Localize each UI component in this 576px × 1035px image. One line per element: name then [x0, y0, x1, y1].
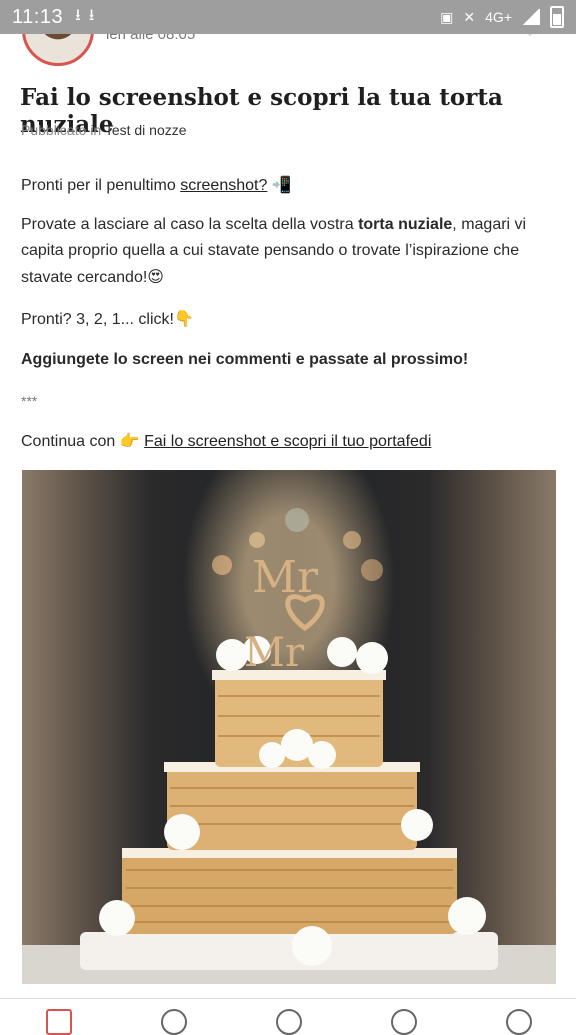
nav-messages[interactable] — [385, 999, 421, 1035]
mute-icon: ✕ — [463, 8, 476, 25]
cake-photo[interactable]: Mr Mr — [22, 470, 556, 984]
p3-text: Pronti? 3, 2, 1... click! — [21, 311, 174, 328]
battery-icon — [550, 6, 564, 28]
nav-community[interactable] — [270, 999, 306, 1035]
p1-text: Pronti per il penultimo — [21, 177, 181, 194]
continue-text: Continua con — [21, 433, 120, 450]
published-prefix: Pubblicato in — [21, 122, 102, 138]
messages-icon — [391, 1009, 418, 1035]
bottom-navigation — [0, 998, 576, 1035]
topper-text-2: Mr — [244, 630, 305, 676]
nav-search[interactable] — [155, 999, 191, 1035]
signal-icon — [522, 9, 540, 25]
download-icon: ⭳ — [88, 6, 95, 24]
paragraph-4: Aggiungete lo screen nei commenti e pass… — [21, 351, 469, 368]
nav-home[interactable] — [40, 999, 76, 1035]
screenshot-link[interactable]: screenshot? — [180, 177, 267, 194]
status-time: 11:13 — [12, 5, 64, 28]
download-icon: ⭳ — [75, 6, 81, 24]
search-icon — [160, 1009, 187, 1035]
pointing-down-icon: 👇 — [173, 309, 194, 328]
cake-illustration: Mr Mr — [22, 508, 556, 984]
home-icon — [45, 1009, 72, 1035]
p2-bold: torta nuziale — [358, 216, 453, 233]
pointing-right-icon: 👉 — [119, 431, 140, 450]
published-line: Pubblicato in Test di nozze — [21, 122, 187, 138]
category-link[interactable]: Test di nozze — [105, 122, 187, 138]
continue-line: Continua con 👉 Fai lo screenshot e scopr… — [21, 428, 555, 455]
status-bar: 11:13 ⭳ ⭳ ▣ ✕ 4G+ — [0, 0, 576, 34]
next-article-link[interactable]: Fai lo screenshot e scopri il tuo portaf… — [144, 433, 431, 450]
phone-arrow-icon: 📲 — [271, 175, 292, 194]
nfc-icon: ▣ — [440, 8, 454, 25]
paragraph-2: Provate a lasciare al caso la scelta del… — [21, 212, 555, 291]
profile-icon — [506, 1009, 533, 1035]
status-icons-left: ⭳ ⭳ — [75, 4, 94, 31]
heart-eyes-icon: 😍 — [147, 267, 164, 286]
paragraph-3: Pronti? 3, 2, 1... click!👇 — [21, 306, 555, 333]
network-type: 4G+ — [485, 9, 512, 25]
paragraph-1: Pronti per il penultimo screenshot? 📲 — [21, 172, 555, 199]
status-icons-right: ▣ ✕ 4G+ — [440, 6, 564, 28]
community-icon — [275, 1009, 302, 1035]
nav-profile[interactable] — [500, 999, 536, 1035]
p2-before: Provate a lasciare al caso la scelta del… — [21, 216, 359, 233]
separator-stars: *** — [21, 393, 38, 409]
